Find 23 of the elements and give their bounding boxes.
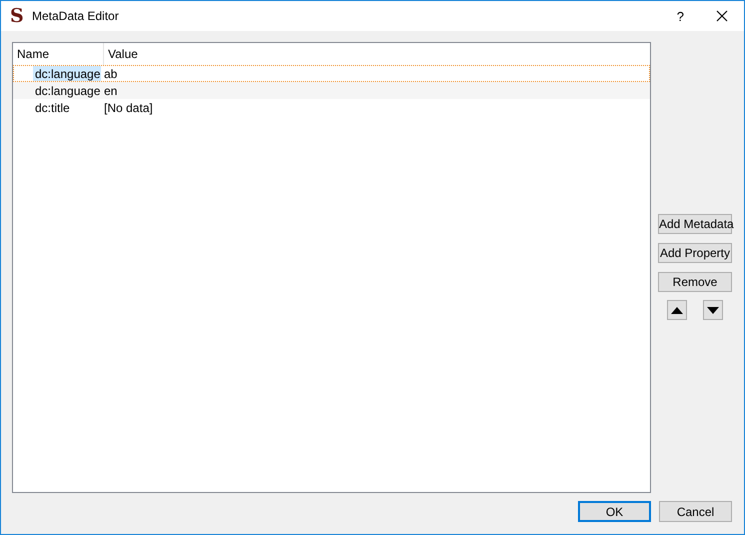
table-cell-text: dc:language <box>34 83 101 98</box>
table-row[interactable]: dc:language en <box>13 82 650 99</box>
column-header[interactable]: Name <box>13 43 104 65</box>
table-cell-text: en <box>103 83 118 98</box>
move-down-button[interactable] <box>703 300 723 320</box>
table-cell-text: [No data] <box>103 100 153 115</box>
dialog-button[interactable]: OK <box>578 501 651 522</box>
dialog-button[interactable]: Cancel <box>659 501 732 522</box>
side-button[interactable]: Add Property <box>658 243 732 263</box>
window-title: MetaData Editor <box>32 9 120 23</box>
column-header[interactable]: Value <box>104 43 138 65</box>
table-row[interactable]: dc:title [No data] <box>13 99 650 116</box>
up-triangle-icon <box>671 306 683 314</box>
close-icon[interactable] <box>716 10 728 22</box>
app-logo: S <box>10 5 24 27</box>
down-triangle-icon <box>707 306 719 314</box>
side-button[interactable]: Add Metadata <box>658 214 732 234</box>
side-button[interactable]: Remove <box>658 272 732 292</box>
help-button[interactable]: ? <box>676 8 684 24</box>
table-cell-text: dc:title <box>34 100 71 115</box>
move-up-button[interactable] <box>667 300 687 320</box>
table-cell-text: ab <box>103 66 118 81</box>
table-cell: dc:language <box>33 66 101 81</box>
